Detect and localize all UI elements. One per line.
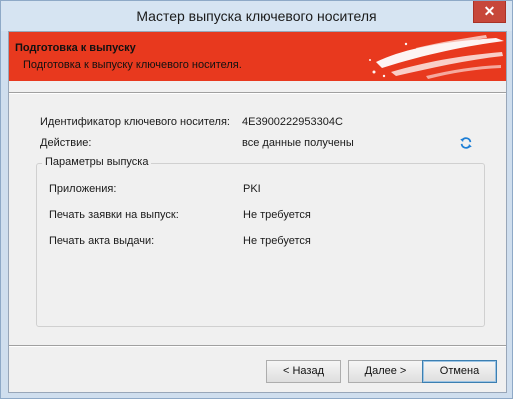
param-value-applications: PKI: [243, 183, 261, 195]
param-value-print-request: Не требуется: [243, 209, 311, 221]
header-banner: Подготовка к выпуску Подготовка к выпуск…: [9, 32, 506, 81]
wizard-client-area: Подготовка к выпуску Подготовка к выпуск…: [8, 31, 507, 393]
window-title: Мастер выпуска ключевого носителя: [136, 8, 377, 24]
action-label: Действие:: [40, 137, 92, 149]
issue-parameters-group: Параметры выпуска Приложения: PKI Печать…: [36, 156, 485, 327]
banner-title: Подготовка к выпуску: [15, 42, 136, 54]
refresh-icon[interactable]: [459, 136, 473, 150]
param-value-print-act: Не требуется: [243, 235, 311, 247]
next-button[interactable]: Далее >: [348, 360, 423, 383]
key-id-value: 4E3900222953304C: [242, 116, 343, 128]
key-id-label: Идентификатор ключевого носителя:: [40, 116, 230, 128]
param-label-applications: Приложения:: [49, 183, 117, 195]
param-label-print-act: Печать акта выдачи:: [49, 235, 155, 247]
title-bar[interactable]: Мастер выпуска ключевого носителя ✕: [1, 1, 512, 31]
issue-parameters-title: Параметры выпуска: [42, 156, 152, 168]
param-label-print-request: Печать заявки на выпуск:: [49, 209, 179, 221]
action-value: все данные получены: [242, 137, 354, 149]
close-button[interactable]: ✕: [473, 1, 506, 23]
header-separator: [9, 92, 506, 94]
back-button[interactable]: < Назад: [266, 360, 341, 383]
banner-brush-graphic: [369, 35, 504, 79]
wizard-window: Мастер выпуска ключевого носителя ✕ Подг…: [0, 0, 513, 399]
banner-subtitle: Подготовка к выпуску ключевого носителя.: [23, 59, 242, 71]
footer-separator: [9, 345, 506, 347]
cancel-button[interactable]: Отмена: [422, 360, 497, 383]
